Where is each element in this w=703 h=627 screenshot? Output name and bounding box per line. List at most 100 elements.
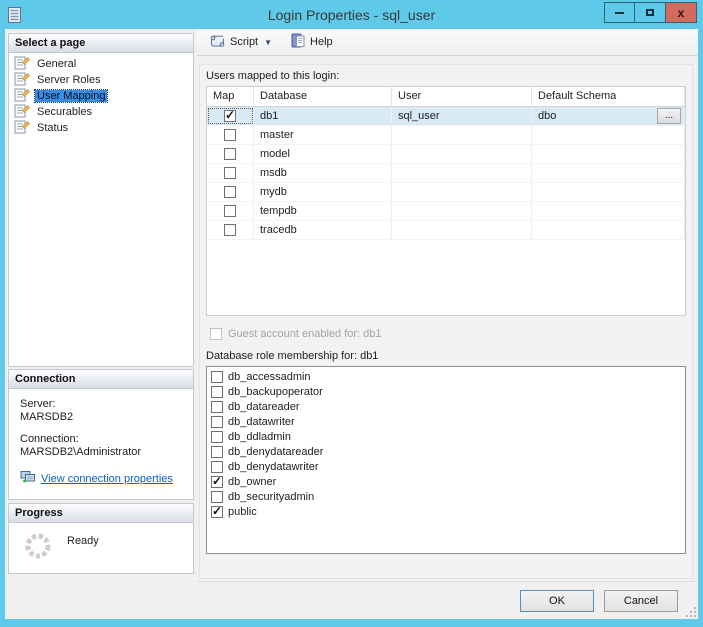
page-icon [14,120,30,137]
ok-button[interactable]: OK [520,590,594,612]
script-dropdown-icon: ▼ [264,37,273,47]
role-checkbox[interactable] [211,445,223,458]
map-cell [207,107,254,125]
user-cell[interactable] [392,221,532,239]
role-item-db_denydatareader[interactable]: db_denydatareader [209,444,685,459]
role-item-db_denydatawriter[interactable]: db_denydatawriter [209,459,685,474]
database-cell: mydb [254,183,392,201]
sidebar-item-general[interactable]: General [11,56,191,72]
role-membership-label: Database role membership for: db1 [206,350,379,362]
resize-grip[interactable] [684,605,696,617]
sidebar-item-label: General [37,58,77,70]
default-schema-cell[interactable] [532,126,685,144]
mapping-row-tracedb[interactable]: tracedb [207,221,685,240]
schema-browse-button[interactable]: ... [657,108,681,124]
mapping-row-master[interactable]: master [207,126,685,145]
sidebar-item-securables[interactable]: Securables [11,104,191,120]
role-item-db_owner[interactable]: db_owner [209,474,685,489]
title-bar: Login Properties - sql_user x [5,0,698,29]
role-checkbox[interactable] [211,504,223,518]
sidebar-item-label: Server Roles [37,74,101,86]
role-checkbox[interactable] [211,370,223,383]
role-checkbox[interactable] [211,474,223,488]
sidebar-item-status[interactable]: Status [11,120,191,136]
role-label: db_ddladmin [228,430,291,443]
database-cell: master [254,126,392,144]
role-checkbox[interactable] [211,415,223,428]
mapping-row-mydb[interactable]: mydb [207,183,685,202]
role-label: db_denydatawriter [228,460,319,473]
script-button[interactable]: Script ▼ [204,32,277,53]
sidebar-item-user-mapping[interactable]: User Mapping [11,88,191,104]
role-checkbox[interactable] [211,460,223,473]
role-item-public[interactable]: public [209,504,685,519]
page-icon [14,104,30,121]
column-header-map[interactable]: Map [207,87,254,106]
role-item-db_ddladmin[interactable]: db_ddladmin [209,429,685,444]
page-icon [14,56,30,73]
role-label: db_securityadmin [228,490,315,503]
role-label: db_accessadmin [228,370,311,383]
default-schema-cell[interactable] [532,183,685,201]
role-item-db_securityadmin[interactable]: db_securityadmin [209,489,685,504]
page-list: General Server Roles User Mapping Securable… [9,53,193,139]
role-checkbox[interactable] [211,400,223,413]
minimize-icon [615,11,624,14]
user-cell[interactable]: sql_user [392,107,532,125]
connection-value: MARSDB2\Administrator [20,446,142,458]
minimize-button[interactable] [604,2,635,23]
database-cell: tempdb [254,202,392,220]
default-schema-cell[interactable]: dbo... [532,107,685,125]
role-item-db_accessadmin[interactable]: db_accessadmin [209,369,685,384]
user-mapping-table: MapDatabaseUserDefault Schema db1sql_use… [206,86,686,316]
mapping-row-tempdb[interactable]: tempdb [207,202,685,221]
guest-account-label: Guest account enabled for: db1 [228,328,382,340]
column-header-default-schema[interactable]: Default Schema [532,87,685,106]
window-title: Login Properties - sql_user [267,6,436,23]
default-schema-cell[interactable] [532,221,685,239]
progress-header: Progress [9,504,193,523]
user-cell[interactable] [392,126,532,144]
close-button[interactable]: x [666,2,697,23]
user-cell[interactable] [392,202,532,220]
page-icon [14,88,30,105]
role-item-db_datareader[interactable]: db_datareader [209,399,685,414]
cancel-button[interactable]: Cancel [604,590,678,612]
help-button[interactable]: Help [285,31,338,53]
role-label: db_datareader [228,400,300,413]
user-cell[interactable] [392,183,532,201]
role-checkbox[interactable] [211,385,223,398]
server-label: Server: [20,398,56,410]
map-checkbox[interactable] [224,148,236,160]
maximize-button[interactable] [635,2,666,23]
map-checkbox[interactable] [224,129,236,141]
view-connection-properties-link[interactable]: View connection properties [41,473,173,486]
role-checkbox[interactable] [211,490,223,503]
mapping-row-model[interactable]: model [207,145,685,164]
map-checkbox[interactable] [224,186,236,198]
role-checkbox[interactable] [211,430,223,443]
login-properties-dialog: Login Properties - sql_user x Select a p… [0,0,703,627]
default-schema-cell[interactable] [532,202,685,220]
mapping-row-msdb[interactable]: msdb [207,164,685,183]
map-cell [207,221,254,239]
connection-panel: Connection Server: MARSDB2 Connection: M… [8,369,194,500]
default-schema-cell[interactable] [532,164,685,182]
column-header-database[interactable]: Database [254,87,392,106]
map-checkbox[interactable] [224,108,236,122]
default-schema-cell[interactable] [532,145,685,163]
footer: OK Cancel [197,581,698,619]
column-header-user[interactable]: User [392,87,532,106]
map-checkbox[interactable] [224,205,236,217]
map-checkbox[interactable] [224,224,236,236]
sidebar-item-server-roles[interactable]: Server Roles [11,72,191,88]
map-cell [207,202,254,220]
mapping-row-db1[interactable]: db1sql_userdbo... [207,107,685,126]
user-cell[interactable] [392,164,532,182]
script-icon [209,34,226,51]
role-item-db_datawriter[interactable]: db_datawriter [209,414,685,429]
user-cell[interactable] [392,145,532,163]
map-checkbox[interactable] [224,167,236,179]
database-cell: tracedb [254,221,392,239]
role-item-db_backupoperator[interactable]: db_backupoperator [209,384,685,399]
